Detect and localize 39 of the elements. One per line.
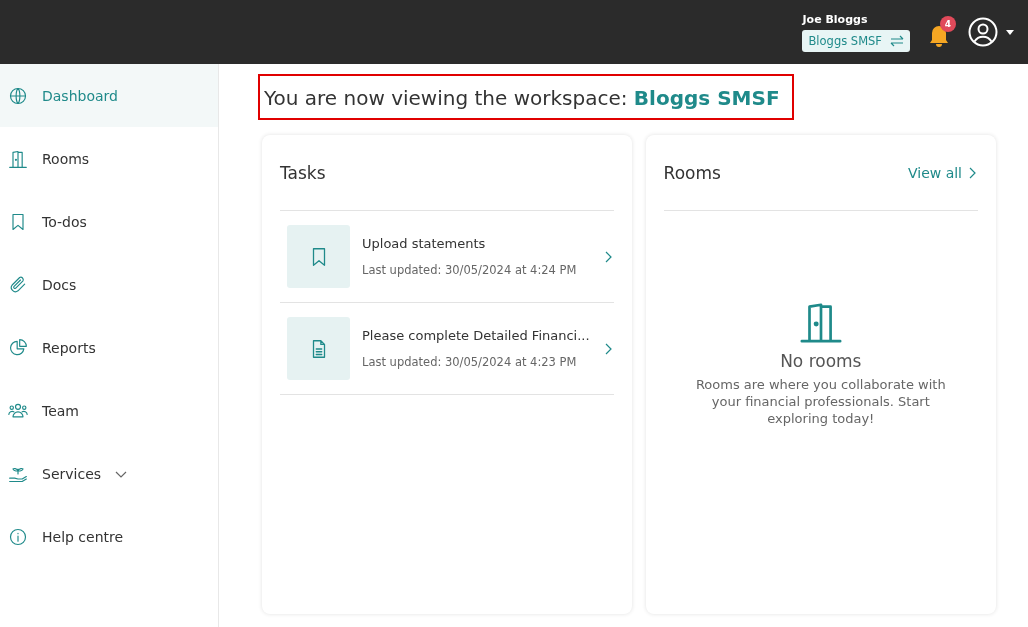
workspace-switch-button[interactable]: Bloggs SMSF — [802, 29, 910, 52]
pie-chart-icon — [8, 337, 28, 358]
task-title: Please complete Detailed Financi... — [362, 328, 590, 343]
sidebar-label: Dashboard — [42, 87, 118, 104]
sidebar-label: Docs — [42, 276, 77, 293]
user-avatar-icon[interactable] — [968, 17, 998, 47]
sidebar-item[interactable]: Rooms — [0, 127, 218, 190]
view-all-link[interactable]: View all — [907, 165, 978, 181]
sidebar-item[interactable]: Reports — [0, 316, 218, 379]
empty-state-title: No rooms — [780, 351, 862, 371]
swap-arrows-icon — [890, 34, 904, 47]
sidebar-label: Reports — [42, 339, 96, 356]
task-updated-date: Last updated: 30/05/2024 at 4:24 PM — [362, 263, 578, 277]
door-icon — [8, 148, 28, 169]
card-title: Tasks — [280, 163, 326, 183]
sidebar-item[interactable]: Dashboard — [0, 64, 218, 127]
sidebar-label: Team — [42, 402, 79, 419]
sidebar-item[interactable]: To-dos — [0, 190, 218, 253]
paperclip-icon — [8, 274, 28, 295]
sidebar-label: To-dos — [42, 213, 87, 230]
info-icon — [8, 526, 28, 547]
task-title: Upload statements — [362, 236, 487, 251]
sidebar-item[interactable]: Help centre — [0, 505, 218, 568]
sidebar-item[interactable]: Docs — [0, 253, 218, 316]
card-title: Rooms — [663, 163, 721, 183]
sidebar-label: Help centre — [42, 528, 124, 545]
workspace-banner: You are now viewing the workspace: Bloggs SMSF — [258, 74, 794, 120]
sidebar-label: Rooms — [42, 150, 90, 167]
caret-icon[interactable] — [1006, 29, 1014, 35]
sidebar-item[interactable]: Team — [0, 379, 218, 442]
task-row[interactable]: Please complete Detailed Financi... Last updated: 30/05/2024 at 4:23 PM — [280, 303, 614, 395]
sidebar-item[interactable]: Services — [0, 442, 218, 505]
task-row[interactable]: Upload statements Last updated: 30/05/2024 at 4:24 PM — [280, 211, 614, 303]
notification-count-badge: 4 — [940, 16, 956, 32]
globe-icon — [8, 85, 28, 106]
user-name: Joe Bloggs — [802, 12, 868, 26]
sidebar-label: Services — [42, 465, 102, 482]
task-updated-date: Last updated: 30/05/2024 at 4:23 PM — [362, 355, 578, 369]
empty-state-text: Rooms are where you collaborate with your financial professionals. Start exploring today! — [694, 377, 947, 428]
